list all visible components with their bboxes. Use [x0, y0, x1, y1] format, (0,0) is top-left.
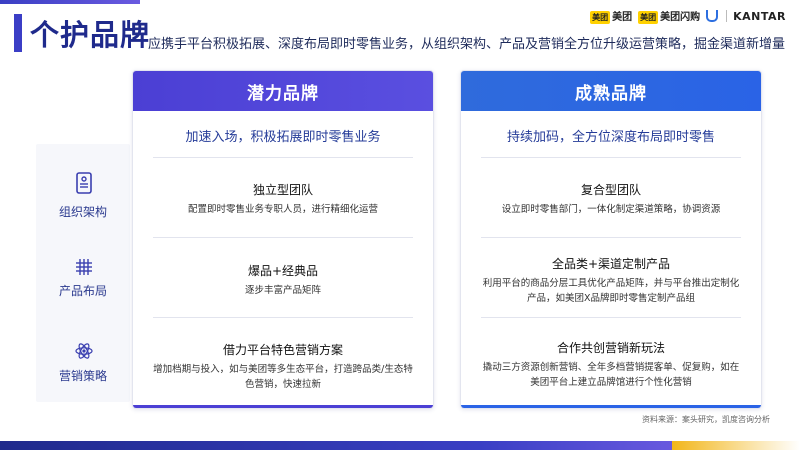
- block-title: 复合型团队: [580, 183, 641, 197]
- meituan-flash-logo: 美团 美团闪购: [638, 8, 700, 24]
- meituan-logo-text: 美团: [612, 12, 633, 23]
- block-product: 爆品+经典品 逐步丰富产品矩阵: [133, 262, 433, 298]
- card-header: 潜力品牌: [133, 71, 433, 111]
- source-note: 资料来源：案头研究，凯度咨询分析: [642, 415, 770, 424]
- card-tagline: 持续加码，全方位深度布局即时零售: [506, 130, 715, 145]
- atom-icon: [75, 343, 93, 359]
- org-structure-icon: [76, 172, 92, 194]
- card-bottom-accent: [461, 405, 761, 408]
- block-description: 逐步丰富产品矩阵: [244, 285, 321, 296]
- meituan-logo: 美团 美团: [590, 8, 632, 24]
- block-product: 全品类+渠道定制产品 利用平台的商品分层工具优化产品矩阵，并与平台推出定制化产品…: [461, 255, 761, 306]
- kantar-logo: KANTAR: [733, 9, 786, 23]
- block-description: 设立即时零售部门，一体化制定渠道策略，协调资源: [501, 204, 721, 215]
- block-description: 增加档期与投入，如与美团等多生态平台，打造跨品类/生态特色营销，快速拉新: [153, 364, 413, 390]
- row-label-product: 产品布局: [58, 284, 107, 298]
- meituan-logo-chip: 美团: [590, 11, 611, 24]
- block-organization: 复合型团队 设立即时零售部门，一体化制定渠道策略，协调资源: [461, 181, 761, 217]
- footer-accent: [672, 441, 800, 450]
- block-description: 配置即时零售业务专职人员，进行精细化运营: [187, 204, 378, 215]
- divider: [481, 317, 741, 318]
- row-label-marketing: 营销策略: [58, 369, 107, 383]
- flash-logo-chip: 美团: [638, 11, 659, 24]
- block-title: 独立型团队: [252, 183, 313, 197]
- block-title: 借力平台特色营销方案: [222, 343, 343, 357]
- card-bottom-accent: [133, 405, 433, 408]
- top-accent-bar: [0, 0, 140, 4]
- card-header: 成熟品牌: [461, 71, 761, 111]
- grid-icon: [76, 259, 92, 275]
- flash-logo-text: 美团闪购: [660, 12, 701, 23]
- block-marketing: 借力平台特色营销方案 增加档期与投入，如与美团等多生态平台，打造跨品类/生态特色…: [133, 341, 433, 392]
- logo-divider: [726, 10, 728, 22]
- block-title: 全品类+渠道定制产品: [551, 257, 671, 271]
- card-mature-brand: 成熟品牌 持续加码，全方位深度布局即时零售 复合型团队 设立即时零售部门，一体化…: [460, 70, 762, 409]
- block-marketing: 合作共创营销新玩法 撬动三方资源创新营销、全年多档营销提客单、促复购，如在美团平…: [461, 339, 761, 390]
- card-tagline: 加速入场，积极拓展即时零售业务: [185, 130, 381, 145]
- block-description: 利用平台的商品分层工具优化产品矩阵，并与平台推出定制化产品，如美团X品牌即时零售…: [482, 278, 740, 304]
- row-label-organization: 组织架构: [58, 205, 107, 219]
- page-subtitle: 应携手平台积极拓展、深度布局即时零售业务，从组织架构、产品及营销全方位升级运营策…: [148, 37, 786, 52]
- divider: [153, 237, 413, 238]
- divider: [481, 157, 741, 158]
- block-description: 撬动三方资源创新营销、全年多档营销提客单、促复购，如在美团平台上建立品牌馆进行个…: [482, 362, 740, 388]
- u-logo-icon: [706, 10, 719, 22]
- title-marker: [14, 14, 22, 52]
- divider: [153, 157, 413, 158]
- logo-bar: 美团 美团 美团 美团闪购 KANTAR: [590, 8, 786, 24]
- block-title: 合作共创营销新玩法: [556, 341, 665, 355]
- block-title: 爆品+经典品: [247, 264, 319, 278]
- card-potential-brand: 潜力品牌 加速入场，积极拓展即时零售业务 独立型团队 配置即时零售业务专职人员，…: [132, 70, 434, 409]
- divider: [481, 237, 741, 238]
- divider: [153, 317, 413, 318]
- page-title: 个护品牌: [30, 18, 151, 52]
- block-organization: 独立型团队 配置即时零售业务专职人员，进行精细化运营: [133, 181, 433, 217]
